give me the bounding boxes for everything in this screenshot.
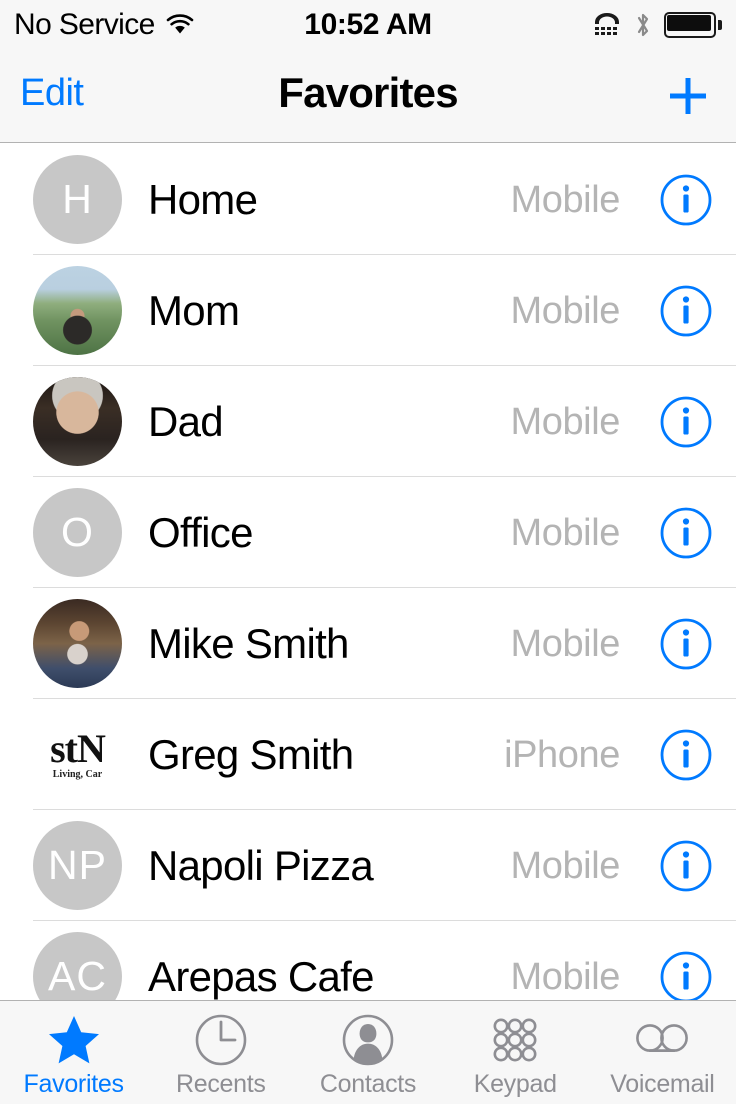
contact-photo <box>33 377 122 466</box>
tab-voicemail[interactable]: Voicemail <box>589 1001 736 1104</box>
phone-label: Mobile <box>510 955 620 998</box>
phone-app-screen: No Service 10:52 AM Edit Favorites H Hom… <box>0 0 736 1104</box>
avatar: stN Living, Car <box>33 710 122 799</box>
table-row[interactable]: H Home Mobile <box>0 144 736 255</box>
tab-keypad[interactable]: Keypad <box>442 1001 589 1104</box>
avatar-logo-text: stN <box>50 725 106 771</box>
status-bar: No Service 10:52 AM <box>0 0 736 50</box>
table-row[interactable]: Mom Mobile <box>0 255 736 366</box>
tab-recents[interactable]: Recents <box>147 1001 294 1104</box>
clock-icon <box>192 1011 250 1069</box>
phone-label: Mobile <box>510 400 620 443</box>
star-icon <box>45 1011 103 1069</box>
info-circle-icon[interactable] <box>658 505 714 561</box>
tab-label: Keypad <box>473 1070 557 1098</box>
tab-bar: Favorites Recents Contacts Keypad Voicemail <box>0 1000 736 1104</box>
info-circle-icon[interactable] <box>658 838 714 894</box>
voicemail-icon <box>633 1011 691 1069</box>
info-circle-icon[interactable] <box>658 949 714 1000</box>
avatar-initials: O <box>61 509 94 555</box>
contact-name: Home <box>148 175 258 223</box>
phone-label: Mobile <box>510 844 620 887</box>
tty-icon <box>592 13 622 37</box>
info-circle-icon[interactable] <box>658 172 714 228</box>
person-icon <box>339 1011 397 1069</box>
contact-name: Mike Smith <box>148 619 349 667</box>
phone-label: Mobile <box>510 289 620 332</box>
contact-name: Dad <box>148 397 224 445</box>
avatar: NP <box>33 821 122 910</box>
contact-photo <box>33 266 122 355</box>
info-circle-icon[interactable] <box>658 394 714 450</box>
keypad-icon <box>486 1011 544 1069</box>
navigation-bar: Edit Favorites <box>0 50 736 143</box>
phone-label: Mobile <box>510 178 620 221</box>
tab-label: Recents <box>175 1070 266 1098</box>
avatar <box>33 377 122 466</box>
contact-name: Greg Smith <box>148 730 354 778</box>
table-row[interactable]: Dad Mobile <box>0 366 736 477</box>
contact-name: Office <box>148 508 253 556</box>
battery-full-icon <box>664 12 722 38</box>
info-circle-icon[interactable] <box>658 283 714 339</box>
phone-label: Mobile <box>510 511 620 554</box>
contact-name: Mom <box>148 286 240 334</box>
avatar: AC <box>33 932 122 1000</box>
info-circle-icon[interactable] <box>658 727 714 783</box>
bluetooth-icon <box>634 11 652 39</box>
avatar: H <box>33 155 122 244</box>
avatar-initials: AC <box>48 953 107 999</box>
avatar <box>33 266 122 355</box>
phone-label: Mobile <box>510 622 620 665</box>
tab-favorites[interactable]: Favorites <box>0 1001 147 1104</box>
table-row[interactable]: O Office Mobile <box>0 477 736 588</box>
info-circle-icon[interactable] <box>658 616 714 672</box>
tab-label: Voicemail <box>610 1070 715 1098</box>
table-row[interactable]: NP Napoli Pizza Mobile <box>0 810 736 921</box>
tab-contacts[interactable]: Contacts <box>294 1001 441 1104</box>
table-row[interactable]: Mike Smith Mobile <box>0 588 736 699</box>
favorites-list[interactable]: H Home Mobile Mom Mobile Dad Mobile O Office M… <box>0 144 736 1000</box>
page-title: Favorites <box>278 69 458 116</box>
tab-label: Favorites <box>23 1070 124 1098</box>
avatar-initials: NP <box>48 842 107 888</box>
contact-name: Arepas Cafe <box>148 952 374 1000</box>
add-favorite-button[interactable] <box>662 70 714 122</box>
contact-photo <box>33 599 122 688</box>
contact-name: Napoli Pizza <box>148 841 374 889</box>
avatar-logo-subtext: Living, Car <box>52 768 103 780</box>
avatar-initials: H <box>62 176 93 222</box>
avatar: O <box>33 488 122 577</box>
tab-label: Contacts <box>319 1070 417 1098</box>
avatar <box>33 599 122 688</box>
table-row[interactable]: AC Arepas Cafe Mobile <box>0 921 736 1000</box>
status-bar-right <box>592 11 722 39</box>
table-row[interactable]: stN Living, Car Greg Smith iPhone <box>0 699 736 810</box>
phone-label: iPhone <box>504 733 620 776</box>
